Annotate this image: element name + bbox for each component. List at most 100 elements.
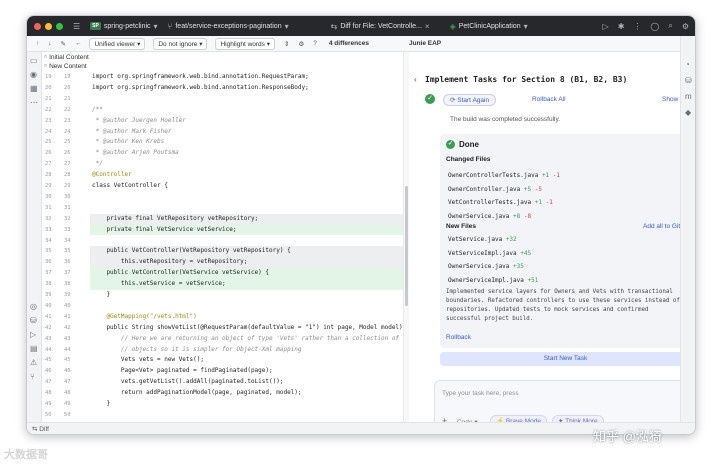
diff-code-editor[interactable]: import org.springframework.web.bind.anno… xyxy=(90,72,403,422)
code-line[interactable]: Vets vets = new Vets(); xyxy=(90,355,403,366)
settings-icon[interactable]: ⚙ xyxy=(682,22,689,31)
code-line[interactable] xyxy=(90,203,403,214)
old-line-number: 29 xyxy=(45,183,52,189)
code-line[interactable]: import org.springframework.web.bind.anno… xyxy=(90,72,403,83)
code-line[interactable]: @Controller xyxy=(90,170,403,181)
problems-icon[interactable]: ⚠ xyxy=(30,358,37,367)
code-line[interactable] xyxy=(90,94,403,105)
close-window-button[interactable] xyxy=(34,22,41,30)
more-icon[interactable]: ⋯ xyxy=(30,98,38,107)
code-line[interactable]: } xyxy=(90,399,403,410)
initial-content-row[interactable]: ▫ Initial Content xyxy=(44,52,164,61)
search-icon[interactable]: ⌕ xyxy=(668,21,672,31)
changed-file-item[interactable]: OwnerService.java +8 -8 xyxy=(448,213,531,220)
code-line[interactable]: */ xyxy=(90,159,403,170)
editor-scrollbar[interactable] xyxy=(403,52,409,422)
rollback-link[interactable]: Rollback xyxy=(446,334,471,341)
database-icon[interactable]: ⛁ xyxy=(30,316,37,325)
code-line[interactable]: // Here we are returning an object of ty… xyxy=(90,334,403,345)
code-line[interactable]: * @author Ken Krebs xyxy=(90,137,403,148)
code-line[interactable]: private final VetRepository vetRepositor… xyxy=(90,213,403,225)
changed-files-heading: Changed Files xyxy=(446,156,491,163)
maven-icon[interactable]: m xyxy=(685,92,692,101)
structure-icon[interactable]: ▦ xyxy=(30,84,38,93)
run-icon[interactable]: ▷ xyxy=(603,22,609,31)
code-line[interactable]: * @author Arjen Poutsma xyxy=(90,148,403,159)
commit-icon[interactable]: ◉ xyxy=(30,70,37,79)
account-icon[interactable]: ◯ xyxy=(650,22,659,31)
folder-icon[interactable]: ▭ xyxy=(30,56,38,65)
code-line[interactable]: @GetMapping("/vets.html") xyxy=(90,312,403,323)
new-file-item[interactable]: OwnerServiceImpl.java +51 xyxy=(448,277,538,284)
diff-tab[interactable]: ⇆ Diff for File: VetControlle... × xyxy=(331,22,430,31)
notifications-icon[interactable]: ◔ xyxy=(685,60,690,69)
start-new-task-button[interactable]: Start New Task xyxy=(440,352,691,366)
code-line[interactable]: Page<Vet> paginated = findPaginated(page… xyxy=(90,366,403,377)
code-line[interactable]: * @author Mark Fisher xyxy=(90,127,403,138)
rollback-all-link[interactable]: Rollback All xyxy=(532,96,566,103)
code-line[interactable]: } xyxy=(90,290,403,301)
code-line[interactable]: this.vetService = vetService; xyxy=(90,279,403,290)
code-line[interactable]: class VetController { xyxy=(90,181,403,192)
run-icon[interactable]: ▷ xyxy=(30,330,36,339)
collapse-icon[interactable]: ⇕ xyxy=(284,40,289,48)
down-arrow-icon[interactable]: ↓ xyxy=(48,40,51,47)
code-line[interactable]: vets.getVetList().addAll(paginated.toLis… xyxy=(90,377,403,388)
git-icon[interactable]: ⑂ xyxy=(30,372,35,381)
changed-file-item[interactable]: OwnerControllerTests.java +1 -1 xyxy=(448,172,560,179)
code-line[interactable] xyxy=(90,301,403,312)
changed-file-item[interactable]: VetControllerTests.java +1 -1 xyxy=(448,199,553,206)
code-line[interactable]: return addPaginationModel(page, paginate… xyxy=(90,388,403,399)
menu-icon[interactable]: ☰ xyxy=(73,22,80,31)
back-icon[interactable]: ‹ xyxy=(414,75,417,84)
help-icon[interactable]: ? xyxy=(313,40,317,47)
viewer-dropdown[interactable]: Unified viewer ▾ xyxy=(89,37,146,50)
close-icon[interactable]: × xyxy=(425,22,430,31)
settings-icon[interactable]: ⚙ xyxy=(298,40,304,48)
junie-icon[interactable]: ◆ xyxy=(685,108,691,117)
edit-icon[interactable]: ✎ xyxy=(61,40,66,48)
success-check-icon: ✓ xyxy=(425,94,435,104)
database-icon[interactable]: ⛁ xyxy=(685,76,692,85)
highlight-dropdown[interactable]: Highlight words ▾ xyxy=(215,37,275,50)
code-line[interactable]: this.vetRepository = vetRepository; xyxy=(90,257,403,269)
branch-selector[interactable]: ⑂ feat/service-exceptions-pagination ▾ xyxy=(168,22,289,31)
code-line[interactable] xyxy=(90,192,403,203)
code-line[interactable]: /** xyxy=(90,105,403,116)
up-arrow-icon[interactable]: ↑ xyxy=(36,40,39,47)
new-file-item[interactable]: OwnerService.java +35 xyxy=(448,263,524,270)
code-line[interactable]: private final VetService vetService; xyxy=(90,224,403,236)
back-arrow-icon[interactable]: ← xyxy=(75,40,82,47)
code-line[interactable]: import org.springframework.web.bind.anno… xyxy=(90,83,403,94)
more-icon[interactable]: ⋮ xyxy=(633,22,641,31)
code-line[interactable] xyxy=(90,236,403,247)
new-line-number: 48 xyxy=(64,390,71,397)
project-selector[interactable]: SP spring-petclinic ▾ xyxy=(90,22,158,31)
status-diff-label[interactable]: ⇆ Diff xyxy=(32,425,49,433)
add-all-to-git-link[interactable]: Add all to Git xyxy=(643,223,680,230)
run-config-selector[interactable]: ◈ PetClinicApplication ▾ xyxy=(450,22,528,31)
services-icon[interactable]: ◎ xyxy=(30,302,37,311)
new-file-item[interactable]: VetServiceImpl.java +45 xyxy=(448,250,531,257)
code-line[interactable] xyxy=(90,410,403,421)
old-line-number: 19 xyxy=(45,74,52,80)
gutter-row: 35 35 xyxy=(42,246,90,257)
debug-icon[interactable]: ✱ xyxy=(618,22,625,31)
start-again-button[interactable]: ⟳ Start Again xyxy=(443,94,497,106)
code-line[interactable]: public VetController(VetRepository vetRe… xyxy=(90,246,403,258)
scrollbar-thumb[interactable] xyxy=(405,186,408,306)
code-line[interactable]: public String showVetList(@RequestParam(… xyxy=(90,323,403,334)
code-line[interactable]: // objects so it is simpler for Object-X… xyxy=(90,345,403,356)
maximize-window-button[interactable] xyxy=(56,22,63,30)
terminal-icon[interactable]: ▤ xyxy=(30,344,38,353)
ignore-dropdown[interactable]: Do not ignore ▾ xyxy=(153,37,208,50)
new-file-item[interactable]: VetService.java +32 xyxy=(448,236,517,243)
new-line-number: 49 xyxy=(64,401,71,407)
old-line-number: 34 xyxy=(45,237,52,244)
code-line[interactable]: * @author Juergen Hoeller xyxy=(90,116,403,127)
gutter-row: 47 47 xyxy=(42,377,90,388)
code-line[interactable]: public VetController(VetService vetServi… xyxy=(90,268,403,280)
new-content-row[interactable]: ▫ New Content xyxy=(44,61,164,70)
changed-file-item[interactable]: OwnerController.java +5 -5 xyxy=(448,186,542,193)
minimize-window-button[interactable] xyxy=(45,22,52,30)
